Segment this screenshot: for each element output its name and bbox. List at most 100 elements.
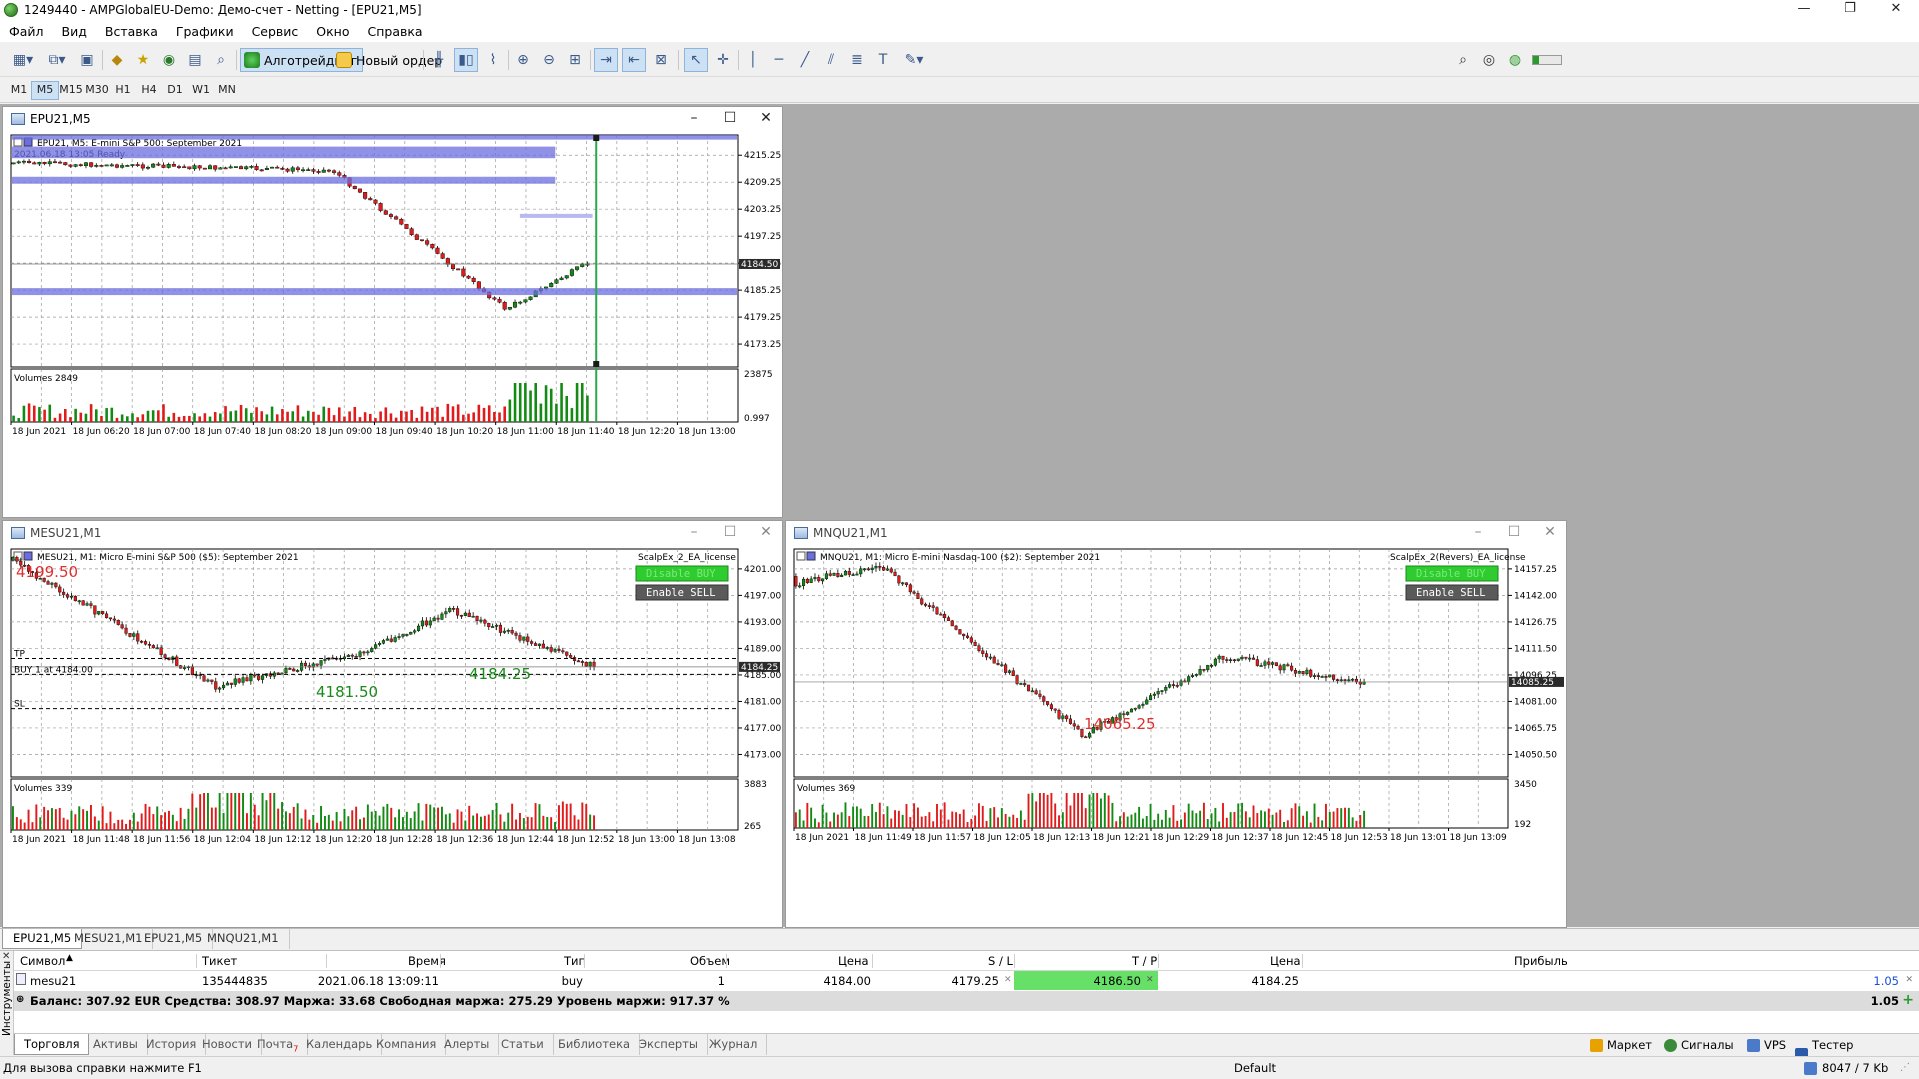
timeframe-m15[interactable]: M15 — [57, 81, 85, 100]
tab-articles[interactable]: Статьи — [492, 1034, 554, 1055]
tab-experts[interactable]: Эксперты — [630, 1034, 708, 1055]
equidistant-channel-icon[interactable]: ⫽ — [820, 48, 842, 72]
tp-remove-icon[interactable]: ✕ — [1146, 975, 1154, 985]
tab-alerts[interactable]: Алерты — [435, 1034, 500, 1055]
chart-window-epu[interactable]: EPU21,M5 – ☐ ✕ 4215.25 4209.25 4203.25 4197… — [2, 106, 783, 518]
timeframe-d1[interactable]: D1 — [161, 81, 189, 100]
chart-close-button[interactable]: ✕ — [748, 107, 784, 131]
timeframe-w1[interactable]: W1 — [187, 81, 215, 100]
market-link[interactable]: Маркет — [1590, 1036, 1652, 1054]
indicators-icon[interactable]: ⊠ — [650, 48, 672, 72]
col-type[interactable]: Тип — [564, 954, 586, 968]
candle — [463, 612, 467, 616]
chart-maximize-button[interactable]: ☐ — [1496, 521, 1532, 545]
chart-shift-icon[interactable]: ⇤ — [622, 48, 646, 72]
candle — [370, 648, 374, 652]
vertical-line-icon[interactable]: │ — [742, 48, 764, 72]
col-sl[interactable]: S / L — [988, 954, 1013, 968]
tab-trade[interactable]: Торговля — [14, 1034, 90, 1055]
shapes-dropdown-icon[interactable]: ✎▾ — [898, 48, 930, 72]
positions-header: Символ ▲ Тикет Время Тип Объем Цена S / … — [14, 951, 1919, 971]
crosshair-icon[interactable]: ✛ — [712, 48, 734, 72]
candle — [78, 164, 83, 166]
timeframe-m30[interactable]: M30 — [83, 81, 111, 100]
account-icon[interactable]: ◎ — [1478, 48, 1500, 72]
chart-maximize-button[interactable]: ☐ — [712, 107, 748, 131]
position-sl[interactable]: 4179.25 — [951, 974, 999, 988]
position-tp[interactable]: 4186.50 — [1093, 974, 1141, 988]
chart-minimize-button[interactable]: – — [1460, 521, 1496, 545]
col-symbol[interactable]: Символ — [20, 954, 65, 968]
chart-close-button[interactable]: ✕ — [748, 521, 784, 545]
tab-library[interactable]: Библиотека — [549, 1034, 641, 1055]
menu-view[interactable]: Вид — [53, 24, 96, 39]
chart-maximize-button[interactable]: ☐ — [712, 521, 748, 545]
terminal-icon[interactable]: ▤ — [184, 48, 206, 72]
candle — [311, 169, 316, 172]
timeframe-m5[interactable]: M5 — [31, 81, 59, 100]
timeframe-mn[interactable]: MN — [213, 81, 241, 100]
menu-insert[interactable]: Вставка — [96, 24, 167, 39]
autoscroll-icon[interactable]: ⇥ — [594, 48, 618, 72]
col-volume[interactable]: Объем — [690, 954, 730, 968]
restore-button[interactable]: ❐ — [1827, 0, 1873, 20]
tab-journal[interactable]: Журнал — [700, 1034, 768, 1055]
menu-help[interactable]: Справка — [359, 24, 432, 39]
zoom-out-icon[interactable]: ⊖ — [538, 48, 560, 72]
chart-minimize-button[interactable]: – — [676, 107, 712, 131]
candle — [935, 607, 939, 615]
bar-chart-icon[interactable]: ╫ — [428, 48, 450, 72]
col-profit[interactable]: Прибыль — [1514, 954, 1568, 968]
data-window-icon[interactable]: ◉ — [158, 48, 180, 72]
cursor-icon[interactable]: ↖ — [684, 48, 708, 72]
mesu-chart[interactable]: 4201.004197.004193.004189.004185.004181.… — [3, 545, 782, 927]
strategy-tester-icon[interactable]: ⌕ — [210, 48, 232, 72]
col-current-price[interactable]: Цена — [1270, 954, 1301, 968]
vps-link[interactable]: VPS — [1747, 1036, 1786, 1054]
signals-link[interactable]: Сигналы — [1664, 1036, 1734, 1054]
candle — [1007, 670, 1011, 673]
menu-file[interactable]: Файл — [0, 24, 53, 39]
chart-window-mesu[interactable]: MESU21,M1 – ☐ ✕ 4201.00 4197.00 4193.00 418… — [2, 520, 783, 928]
menu-tools[interactable]: Сервис — [243, 24, 308, 39]
text-label-icon[interactable]: T — [872, 48, 894, 72]
minimize-button[interactable]: — — [1781, 0, 1827, 20]
mnqu-chart[interactable]: 14157.2514142.0014126.7514111.5014096.25… — [786, 545, 1566, 927]
chart-window-titlebar[interactable]: MNQU21,M1 — [786, 521, 1566, 545]
close-position-icon[interactable]: ✕ — [1905, 975, 1913, 985]
chart-window-titlebar[interactable]: MESU21,M1 — [3, 521, 782, 545]
position-row[interactable]: mesu21 135444835 2021.06.18 13:09:11 buy… — [14, 971, 1919, 991]
candle — [381, 640, 386, 644]
col-ticket[interactable]: Тикет — [202, 954, 237, 968]
chart-window-titlebar[interactable]: EPU21,M5 — [3, 107, 782, 131]
timeframe-h1[interactable]: H1 — [109, 81, 137, 100]
horizontal-line-icon[interactable]: ─ — [768, 48, 790, 72]
line-chart-icon[interactable]: ⌇ — [482, 48, 504, 72]
chart-window-mnqu[interactable]: MNQU21,M1 – ☐ ✕ 14157.25 14142.00 14126.75… — [785, 520, 1567, 928]
close-button[interactable]: ✕ — [1873, 0, 1919, 20]
chart-close-button[interactable]: ✕ — [1532, 521, 1568, 545]
plus-icon[interactable]: + — [1902, 992, 1914, 1008]
col-tp[interactable]: T / P — [1132, 954, 1157, 968]
profiles-icon[interactable]: ⧉▾ — [42, 48, 72, 72]
chart-minimize-button[interactable]: – — [676, 521, 712, 545]
chart-tab-mnqu[interactable]: MNQU21,M1 — [197, 929, 290, 949]
search-icon[interactable]: ⌕ — [1452, 48, 1474, 72]
new-chart-icon[interactable]: ▦▾ — [8, 48, 38, 72]
zoom-in-icon[interactable]: ⊕ — [512, 48, 534, 72]
trendline-icon[interactable]: ╱ — [794, 48, 816, 72]
epu-chart[interactable]: 4215.254209.254203.254197.254191.254185.… — [3, 131, 782, 517]
navigator-icon[interactable]: ★ — [132, 48, 154, 72]
menu-charts[interactable]: Графики — [167, 24, 243, 39]
market-watch-icon[interactable]: ◆ — [106, 48, 128, 72]
timeframe-h4[interactable]: H4 — [135, 81, 163, 100]
timeframe-m1[interactable]: M1 — [5, 81, 33, 100]
col-price[interactable]: Цена — [838, 954, 869, 968]
menu-window[interactable]: Окно — [307, 24, 358, 39]
candle — [461, 268, 466, 277]
tile-windows-icon[interactable]: ⊞ — [564, 48, 586, 72]
chart-window-icon[interactable]: ▣ — [76, 48, 98, 72]
fibonacci-icon[interactable]: ≣ — [846, 48, 868, 72]
sl-remove-icon[interactable]: ✕ — [1004, 975, 1012, 985]
candlestick-chart-icon[interactable]: ▮▯ — [454, 48, 478, 72]
